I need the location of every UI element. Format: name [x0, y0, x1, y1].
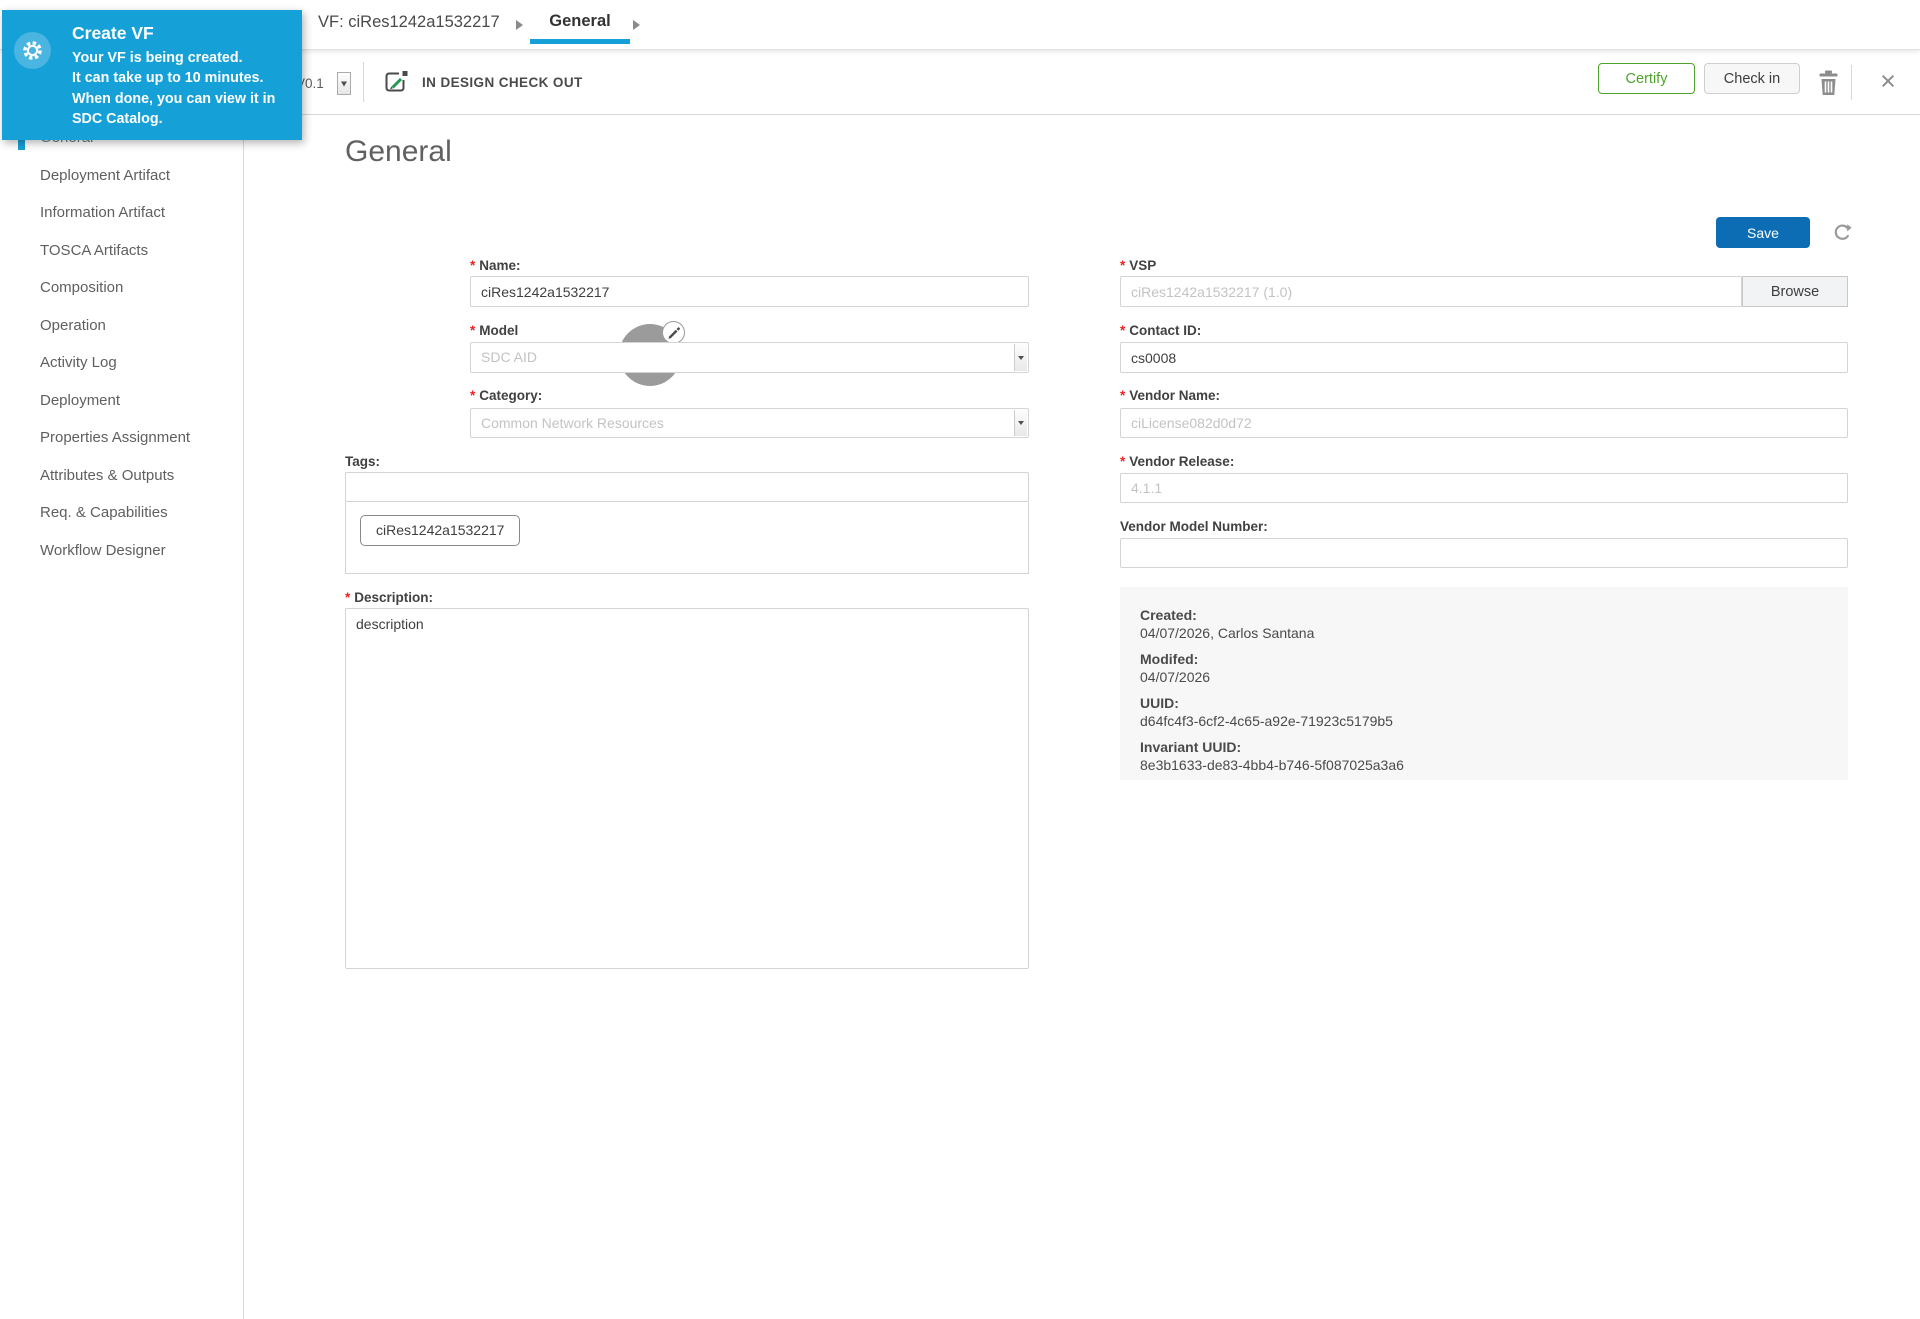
contact-id-input[interactable] — [1120, 342, 1848, 373]
browse-button[interactable]: Browse — [1742, 276, 1848, 307]
sidebar-item-attributes-outputs[interactable]: Attributes & Outputs — [0, 457, 243, 495]
sidebar-item-deployment-artifact[interactable]: Deployment Artifact — [0, 157, 243, 195]
created-label: Created: — [1140, 606, 1828, 624]
breadcrumb-arrow-icon — [516, 20, 523, 30]
vendor-release-input[interactable] — [1120, 473, 1848, 503]
breadcrumb-arrow-icon — [633, 20, 640, 30]
tab-general[interactable]: General — [530, 0, 630, 44]
vsp-input[interactable] — [1120, 276, 1742, 307]
divider — [363, 62, 364, 102]
check-in-button[interactable]: Check in — [1704, 63, 1800, 94]
category-label: *Category: — [470, 388, 542, 403]
vendor-model-number-input[interactable] — [1120, 538, 1848, 568]
invariant-uuid-label: Invariant UUID: — [1140, 738, 1828, 756]
vendor-name-input[interactable] — [1120, 408, 1848, 438]
description-label: *Description: — [345, 590, 433, 605]
sidebar-item-operation[interactable]: Operation — [0, 307, 243, 345]
sidebar-item-properties-assignment[interactable]: Properties Assignment — [0, 419, 243, 457]
name-label: *Name: — [470, 258, 521, 273]
sidebar-item-req-capabilities[interactable]: Req. & Capabilities — [0, 494, 243, 532]
pencil-icon — [666, 325, 681, 340]
sdc-workspace: VF: ciRes1242a1532217 General V0.1 IN DE… — [0, 0, 1920, 1319]
sidebar-menu: General Deployment Artifact Information … — [0, 119, 243, 569]
sidebar-item-activity-log[interactable]: Activity Log — [0, 344, 243, 382]
tags-container: ciRes1242a1532217 — [345, 502, 1029, 574]
save-button[interactable]: Save — [1716, 217, 1810, 248]
vsp-label: *VSP — [1120, 258, 1156, 273]
category-select[interactable]: Common Network Resources — [470, 408, 1029, 438]
sidebar-item-information-artifact[interactable]: Information Artifact — [0, 194, 243, 232]
uuid-label: UUID: — [1140, 694, 1828, 712]
vendor-name-label: *Vendor Name: — [1120, 388, 1220, 403]
sidebar: General Deployment Artifact Information … — [0, 52, 244, 1319]
sidebar-item-workflow-designer[interactable]: Workflow Designer — [0, 532, 243, 570]
close-icon[interactable]: × — [1876, 52, 1900, 115]
sidebar-item-deployment[interactable]: Deployment — [0, 382, 243, 420]
breadcrumb[interactable]: VF: ciRes1242a1532217 — [318, 0, 500, 44]
uuid-value: d64fc4f3-6cf2-4c65-a92e-71923c5179b5 — [1140, 712, 1828, 731]
model-select[interactable]: SDC AID — [470, 342, 1029, 373]
select-arrow — [1014, 344, 1027, 371]
gear-icon — [14, 32, 51, 69]
refresh-icon[interactable] — [1832, 222, 1853, 243]
edit-avatar-button[interactable] — [662, 321, 685, 344]
version-dropdown[interactable] — [337, 72, 351, 95]
lifecycle-status: IN DESIGN CHECK OUT — [422, 52, 583, 115]
tags-label: Tags: — [345, 454, 380, 469]
create-vf-toast[interactable]: Create VF Your VF is being created. It c… — [2, 10, 302, 140]
general-form: General Save R *Name: *Model SDC AID *Ca… — [244, 115, 1920, 1319]
modified-label: Modifed: — [1140, 650, 1828, 668]
page-title: General — [345, 135, 452, 169]
check-out-icon — [382, 69, 409, 96]
toolbar: V0.1 IN DESIGN CHECK OUT Certify Check i… — [244, 52, 1920, 115]
chevron-down-icon — [1018, 421, 1024, 425]
chevron-down-icon — [1018, 356, 1024, 360]
created-value: 04/07/2026, Carlos Santana — [1140, 624, 1828, 643]
tag-chip[interactable]: ciRes1242a1532217 — [360, 515, 520, 546]
name-input[interactable] — [470, 276, 1029, 307]
toast-message: Your VF is being created. It can take up… — [72, 48, 297, 130]
metadata-panel: Created: 04/07/2026, Carlos Santana Modi… — [1120, 587, 1848, 780]
toast-title: Create VF — [72, 23, 154, 44]
sidebar-item-composition[interactable]: Composition — [0, 269, 243, 307]
invariant-uuid-value: 8e3b1633-de83-4bb4-b746-5f087025a3a6 — [1140, 756, 1828, 775]
sidebar-item-tosca-artifacts[interactable]: TOSCA Artifacts — [0, 232, 243, 270]
tags-input[interactable] — [345, 472, 1029, 502]
description-textarea[interactable]: description — [345, 608, 1029, 969]
vendor-release-label: *Vendor Release: — [1120, 454, 1234, 469]
vendor-model-number-label: Vendor Model Number: — [1120, 519, 1268, 534]
delete-icon[interactable] — [1816, 69, 1841, 97]
certify-button[interactable]: Certify — [1598, 63, 1695, 94]
modified-value: 04/07/2026 — [1140, 668, 1828, 687]
contact-id-label: *Contact ID: — [1120, 323, 1201, 338]
select-arrow — [1014, 410, 1027, 436]
chevron-down-icon — [341, 81, 347, 86]
model-label: *Model — [470, 323, 518, 338]
divider — [1851, 65, 1852, 100]
